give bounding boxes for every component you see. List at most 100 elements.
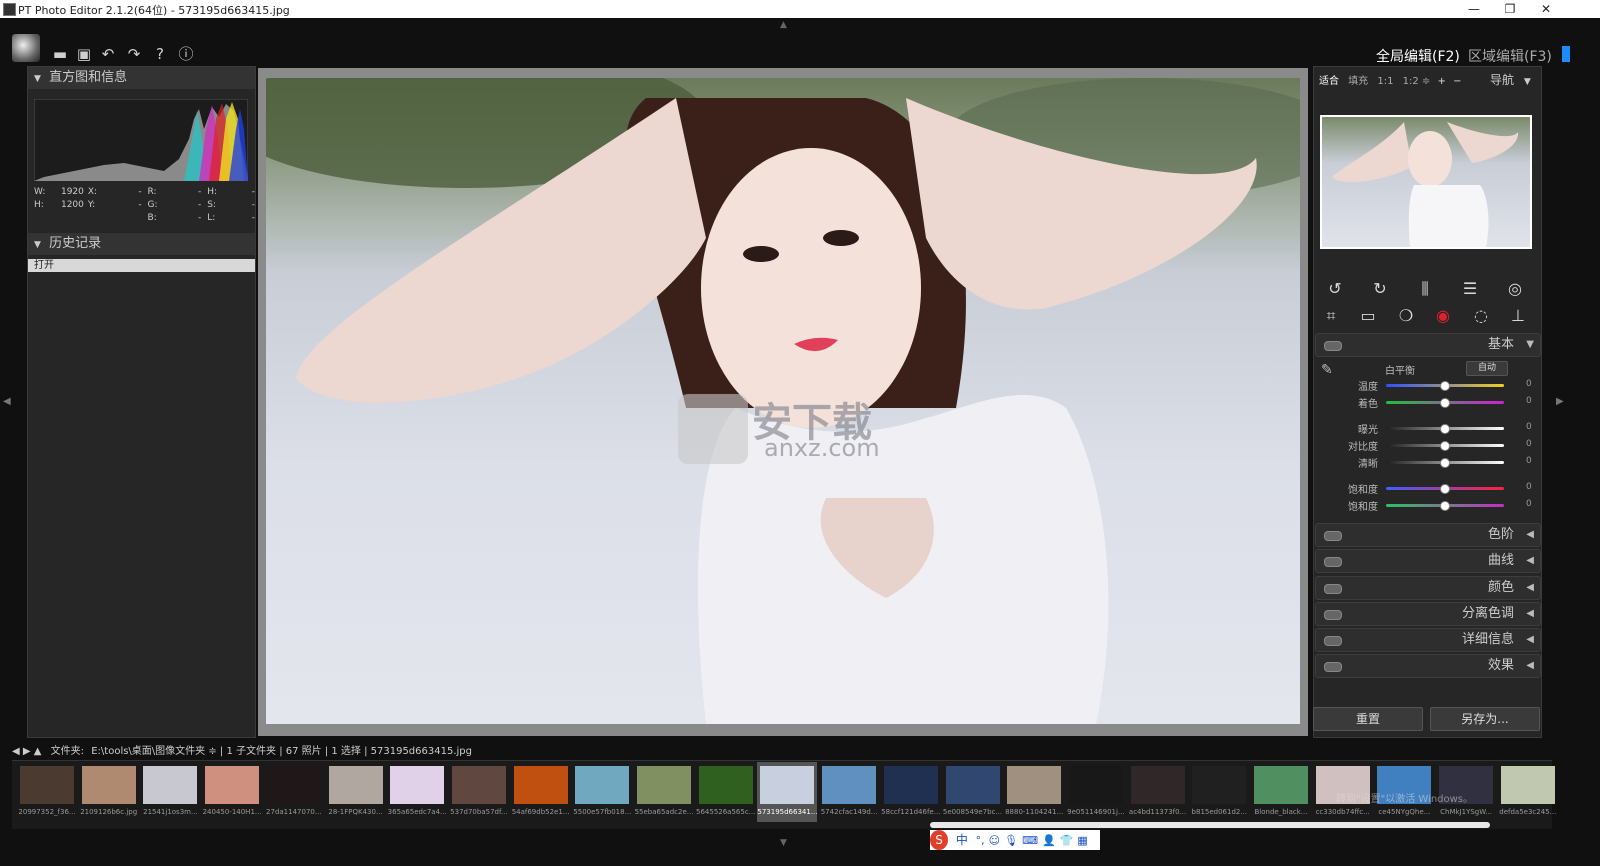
section-basic[interactable]: 基本 ▼ [1315, 333, 1541, 357]
tab-local-edit[interactable]: 区域编辑(F3) [1468, 46, 1552, 66]
spot-heal-icon[interactable]: ❍ [1393, 305, 1419, 327]
section-5[interactable]: 效果 ◀ [1315, 654, 1541, 678]
filmstrip-thumb[interactable]: ac4bd11373f0... [1128, 762, 1188, 822]
punctuation-icon[interactable]: °, [976, 831, 985, 851]
section-toggle[interactable] [1324, 610, 1342, 620]
redo-icon[interactable]: ↷ [124, 44, 144, 64]
emoji-icon[interactable]: ☺ [989, 831, 1000, 851]
filmstrip-thumb[interactable]: 8880-1104241... [1004, 762, 1064, 822]
zoom-out-button[interactable]: − [1453, 76, 1461, 87]
info-icon[interactable]: ⓘ [176, 44, 196, 64]
stamp-icon[interactable]: ⊥ [1505, 305, 1531, 327]
reset-button[interactable]: 重置 [1313, 707, 1423, 731]
filmstrip-thumb[interactable]: 2109126b6c.jpg [79, 762, 139, 822]
filmstrip-thumb[interactable]: 5e008549e7bc... [943, 762, 1003, 822]
filmstrip-thumb[interactable]: 58ccf121d46fe... [881, 762, 941, 822]
slider-knob[interactable] [1440, 501, 1450, 511]
section-toggle[interactable] [1324, 662, 1342, 672]
sogou-icon[interactable]: S [930, 830, 948, 850]
microphone-icon[interactable]: 🎙 [1004, 831, 1018, 851]
section-2[interactable]: 颜色 ◀ [1315, 576, 1541, 600]
section-3[interactable]: 分离色调 ◀ [1315, 602, 1541, 626]
maximize-button[interactable]: ❐ [1492, 0, 1528, 18]
section-basic-toggle[interactable] [1324, 341, 1342, 351]
flip-vertical-icon[interactable]: ☰ [1457, 278, 1483, 300]
straighten-icon[interactable]: ▭ [1355, 305, 1381, 327]
section-0[interactable]: 色阶 ◀ [1315, 523, 1541, 547]
user-icon[interactable]: 👤 [1042, 831, 1056, 851]
save-icon[interactable]: ▣ [74, 44, 94, 64]
filmstrip-thumb[interactable]: 365a65edc7a4... [387, 762, 447, 822]
filmstrip-thumb[interactable]: 573195d66341... [757, 762, 818, 822]
keyboard-icon[interactable]: ⌨ [1022, 831, 1038, 851]
help-icon[interactable]: ? [150, 44, 170, 64]
minimize-button[interactable]: — [1456, 0, 1492, 18]
red-eye-icon[interactable]: ◉ [1430, 305, 1456, 327]
flip-horizontal-icon[interactable]: ⫼ [1412, 278, 1438, 300]
main-photo[interactable]: 安下载 anxz.com [266, 78, 1300, 724]
filmstrip-thumb[interactable]: 28-1FPQK430... [326, 762, 386, 822]
radial-filter-icon[interactable]: ◎ [1502, 278, 1528, 300]
history-item[interactable]: 打开 [28, 259, 255, 272]
slider-knob[interactable] [1440, 424, 1450, 434]
up-icon[interactable]: ▲ [34, 746, 42, 757]
filmstrip-thumb[interactable]: Blonde_black... [1251, 762, 1311, 822]
navigator-preview[interactable] [1320, 115, 1532, 249]
filmstrip-thumb[interactable]: 9e051146901j... [1066, 762, 1126, 822]
zoom-1-1[interactable]: 1:1 [1377, 76, 1393, 87]
tab-global-edit[interactable]: 全局编辑(F2) [1376, 46, 1460, 66]
section-toggle[interactable] [1324, 584, 1342, 594]
history-header[interactable]: ▼ 历史记录 [28, 233, 255, 255]
folder-icon[interactable]: ▬ [50, 44, 70, 64]
slider-knob[interactable] [1440, 484, 1450, 494]
filmstrip-thumb[interactable]: 21541j1os3m... [140, 762, 200, 822]
rotate-left-icon[interactable]: ↺ [1322, 278, 1348, 300]
folder-path[interactable]: E:\tools\桌面\图像文件夹 ≑ [91, 746, 217, 757]
navigator-header[interactable]: 导航 ▼ [1490, 71, 1531, 88]
auto-button[interactable]: 自动 [1466, 361, 1508, 376]
slider-knob[interactable] [1440, 381, 1450, 391]
filmstrip-thumb[interactable]: b815ed061d2... [1189, 762, 1249, 822]
collapse-top-icon[interactable]: ▲ [780, 20, 787, 30]
filmstrip-thumb[interactable]: 240450-140H1... [202, 762, 262, 822]
histogram-header[interactable]: ▼ 直方图和信息 [28, 67, 255, 89]
save-as-button[interactable]: 另存为... [1430, 707, 1540, 731]
slider-knob[interactable] [1440, 398, 1450, 408]
section-4[interactable]: 详细信息 ◀ [1315, 628, 1541, 652]
filmstrip-thumb[interactable]: 55eba65adc2e... [634, 762, 694, 822]
path-bar: ◀ ▶ ▲ 文件夹: E:\tools\桌面\图像文件夹 ≑ | 1 子文件夹 … [12, 742, 472, 757]
zoom-1-2[interactable]: 1:2 ≑ [1403, 76, 1431, 87]
zoom-fit[interactable]: 适合 [1319, 76, 1339, 87]
zoom-in-button[interactable]: + [1438, 76, 1446, 87]
rotate-right-icon[interactable]: ↻ [1367, 278, 1393, 300]
crop-icon[interactable]: ⌗ [1318, 305, 1344, 327]
collapse-right-icon[interactable]: ▶ [1556, 396, 1564, 407]
slider-knob[interactable] [1440, 458, 1450, 468]
forward-icon[interactable]: ▶ [23, 746, 31, 757]
ime-chinese-label[interactable]: 中 [956, 830, 968, 850]
filmstrip-thumb[interactable]: 20997352_f36... [17, 762, 77, 822]
section-toggle[interactable] [1324, 531, 1342, 541]
filmstrip-scrollbar[interactable] [930, 822, 1490, 828]
filmstrip-thumb[interactable]: 5742cfac149d... [819, 762, 879, 822]
back-icon[interactable]: ◀ [12, 746, 20, 757]
undo-icon[interactable]: ↶ [98, 44, 118, 64]
collapse-left-icon[interactable]: ◀ [3, 396, 11, 407]
eyedropper-icon[interactable]: ✎ [1321, 362, 1333, 378]
skin-icon[interactable]: 👕 [1060, 831, 1074, 851]
section-1[interactable]: 曲线 ◀ [1315, 549, 1541, 573]
filmstrip-thumb[interactable]: 5645526a565c... [696, 762, 756, 822]
clone-icon[interactable]: ◌ [1468, 305, 1494, 327]
section-toggle[interactable] [1324, 636, 1342, 646]
slider-knob[interactable] [1440, 441, 1450, 451]
zoom-fill[interactable]: 填充 [1348, 76, 1368, 87]
section-label: 曲线 [1487, 553, 1514, 568]
filmstrip-thumb[interactable]: 54af69db52e1... [511, 762, 571, 822]
menu-grid-icon[interactable]: ▦ [1077, 831, 1087, 851]
collapse-bottom-icon[interactable]: ▼ [780, 838, 787, 848]
filmstrip-thumb[interactable]: 27da1147070... [264, 762, 324, 822]
close-button[interactable]: ✕ [1528, 0, 1564, 18]
filmstrip-thumb[interactable]: 5500e57fb018... [572, 762, 632, 822]
section-toggle[interactable] [1324, 557, 1342, 567]
filmstrip-thumb[interactable]: 537d70ba57df... [449, 762, 509, 822]
